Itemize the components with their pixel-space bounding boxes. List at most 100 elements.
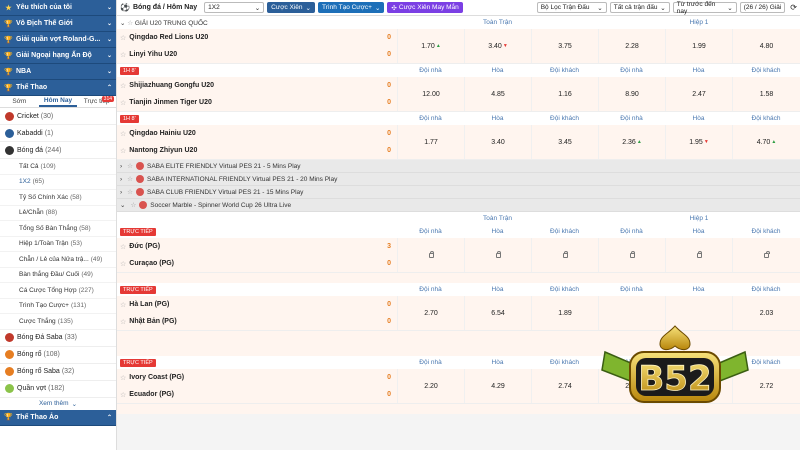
odds-cell[interactable] [531,238,598,272]
favorite-star-icon[interactable]: ☆ [120,51,126,59]
favorite-star-icon[interactable]: ☆ [120,318,126,326]
favorite-star-icon[interactable]: ☆ [120,82,126,90]
sidebar-virtual-header[interactable]: 🏆 Thể Thao Ảo ⌃ [0,409,116,426]
see-more-link[interactable]: Xem thêm ⌄ [0,398,116,410]
odds-cell[interactable]: 2.20 [397,369,464,403]
sidebar-section-4[interactable]: 🏆 NBA ⌄ [0,64,116,80]
favorite-star-icon[interactable]: ☆ [127,188,133,196]
virtual-league-row[interactable]: › ☆ SABA CLUB FRIENDLY Virtual PES 21 - 15… [117,186,800,199]
favorite-star-icon[interactable]: ☆ [120,34,126,42]
odds-cell[interactable]: 4.70 ▲ [732,125,800,159]
odds-cell[interactable]: 4.85 [464,77,531,111]
soccer-market-6[interactable]: Chẵn / Lẻ của Nửa trậ... (49) [0,252,116,268]
soccer-market-9[interactable]: Trình Tạo Cược+ (131) [0,299,116,314]
team-home[interactable]: ☆ Shijiazhuang Gongfu U20 0 [117,77,397,94]
team-away[interactable]: ☆ Linyi Yihu U20 0 [117,46,397,63]
favorite-star-icon[interactable]: ☆ [120,301,126,309]
odds-cell[interactable]: 1.89 [531,296,598,330]
odds-cell[interactable]: 2.36 ▲ [598,125,665,159]
sidebar-sport-top-2[interactable]: Bóng đá (244) [0,142,116,159]
tab-today[interactable]: Hôm Nay [38,96,78,107]
virtual-league-row[interactable]: › ☆ SABA ELITE FRIENDLY Virtual PES 21 - 5… [117,160,800,173]
odds-cell[interactable]: 1.99 [665,29,732,63]
favorite-star-icon[interactable]: ☆ [127,20,135,27]
odds-cell[interactable]: 1.95 ▼ [665,125,732,159]
league-filter-select[interactable]: Bộ Lọc Trận Đấu ⌄ [536,2,607,13]
odds-cell[interactable] [464,238,531,272]
favorite-star-icon[interactable]: ☆ [130,201,136,209]
sidebar-sport-top-0[interactable]: Cricket (30) [0,108,116,125]
soccer-market-10[interactable]: Cược Thắng (135) [0,314,116,330]
sidebar-sport-bottom-0[interactable]: Bóng Đá Saba (33) [0,330,116,347]
soccer-market-7[interactable]: Bàn thắng Đầu/ Cuối (49) [0,268,116,283]
sidebar-sport-bottom-1[interactable]: Bóng rổ (108) [0,347,116,364]
odds-cell[interactable]: 1.70 ▲ [397,29,464,63]
team-home[interactable]: ☆ Đức (PG) 3 [117,238,397,255]
odds-cell[interactable]: 8.90 [598,77,665,111]
odds-cell[interactable]: 3.40 [464,125,531,159]
sidebar-section-3[interactable]: 🏆 Giải Ngoại hạng Ấn Độ ⌄ [0,48,116,64]
favorite-star-icon[interactable]: ☆ [120,243,126,251]
odds-cell[interactable] [598,238,665,272]
odds-cell[interactable]: 1.58 [732,77,800,111]
team-away[interactable]: ☆ Nhật Bản (PG) 0 [117,313,397,330]
odds-cell[interactable]: 12.00 [397,77,464,111]
odds-cell[interactable] [665,238,732,272]
odds-cell[interactable]: 4.29 [464,369,531,403]
soccer-market-3[interactable]: Lẻ/Chẵn (88) [0,206,116,221]
sidebar-section-2[interactable]: 🏆 Giải quần vợt Roland-G... ⌄ [0,32,116,48]
soccer-market-2[interactable]: Tỷ Số Chính Xác (58) [0,190,116,206]
soccer-market-8[interactable]: Cá Cược Tổng Hợp (227) [0,283,116,299]
soccer-market-4[interactable]: Tổng Số Bàn Thắng (58) [0,221,116,237]
odds-cell[interactable]: 3.45 [531,125,598,159]
favorite-star-icon[interactable]: ☆ [127,162,133,170]
favorite-star-icon[interactable]: ☆ [120,260,126,268]
odds-cell[interactable]: 1.77 [397,125,464,159]
favorite-star-icon[interactable]: ☆ [120,130,126,138]
soccer-market-0[interactable]: Tất Cả (109) [0,159,116,175]
soccer-market-5[interactable]: Hiệp 1/Toàn Trận (53) [0,237,116,252]
favorite-star-icon[interactable]: ☆ [127,175,133,183]
odds-cell[interactable]: 4.80 [732,29,800,63]
team-home[interactable]: ☆ Qingdao Red Lions U20 0 [117,29,397,46]
odds-cell[interactable]: 2.74 [531,369,598,403]
sidebar-section-0[interactable]: ★ Yêu thích của tôi ⌄ [0,0,116,16]
team-away[interactable]: ☆ Curaçao (PG) 0 [117,255,397,272]
odds-cell[interactable] [397,238,464,272]
odds-cell[interactable]: 2.28 [598,29,665,63]
odds-cell[interactable]: 3.40 ▼ [464,29,531,63]
team-away[interactable]: ☆ Tianjin Jinmen Tiger U20 0 [117,94,397,111]
odds-cell[interactable]: 2.47 [665,77,732,111]
favorite-star-icon[interactable]: ☆ [120,391,126,399]
bet-builder-button[interactable]: Trình Tạo Cược+ ⌄ [317,2,385,13]
favorite-star-icon[interactable]: ☆ [120,99,126,107]
team-away[interactable]: ☆ Ecuador (PG) 0 [117,386,397,403]
sidebar-sport-bottom-3[interactable]: Quần vợt (182) [0,381,116,398]
favorite-star-icon[interactable]: ☆ [120,147,126,155]
favorite-star-icon[interactable]: ☆ [120,374,126,382]
match-filter-select[interactable]: Tất cả trận đấu ⌄ [609,2,670,13]
tab-live[interactable]: Trực tiếp 314 [77,96,116,107]
lucky-parlay-button[interactable]: ✣ Cược Xiên May Mắn [387,2,463,13]
sidebar-section-1[interactable]: 🏆 Vô Địch Thế Giới ⌄ [0,16,116,32]
tab-early[interactable]: Sớm [0,96,39,107]
odds-cell[interactable]: 3.75 [531,29,598,63]
sidebar-section-5[interactable]: 🏆 Thể Thao ⌃ [0,80,116,96]
odds-cell[interactable]: 2.70 [397,296,464,330]
virtual-league-row[interactable]: ⌄ ☆ Soccer Marble - Spinner World Cup 26 U… [117,199,800,212]
refresh-icon[interactable]: ⟳ [790,3,797,12]
virtual-league-row[interactable]: › ☆ SABA INTERNATIONAL FRIENDLY Virtual PE… [117,173,800,186]
sidebar-sport-top-1[interactable]: Kabaddi (1) [0,125,116,142]
odds-cell[interactable]: 1.16 [531,77,598,111]
sort-select[interactable]: Từ trước đến nay ⌄ [672,1,737,15]
soccer-market-1[interactable]: 1X2 (65) [0,175,116,190]
parlay-button[interactable]: Cược Xiên ⌄ [267,2,315,13]
team-home[interactable]: ☆ Hà Lan (PG) 0 [117,296,397,313]
team-away[interactable]: ☆ Nantong Zhiyun U20 0 [117,142,397,159]
market-select[interactable]: 1X2 ⌄ [204,2,265,13]
odds-cell[interactable] [732,238,800,272]
team-home[interactable]: ☆ Ivory Coast (PG) 0 [117,369,397,386]
sidebar-sport-bottom-2[interactable]: Bóng rổ Saba (32) [0,364,116,381]
team-home[interactable]: ☆ Qingdao Hainiu U20 0 [117,125,397,142]
odds-cell[interactable]: 6.54 [464,296,531,330]
